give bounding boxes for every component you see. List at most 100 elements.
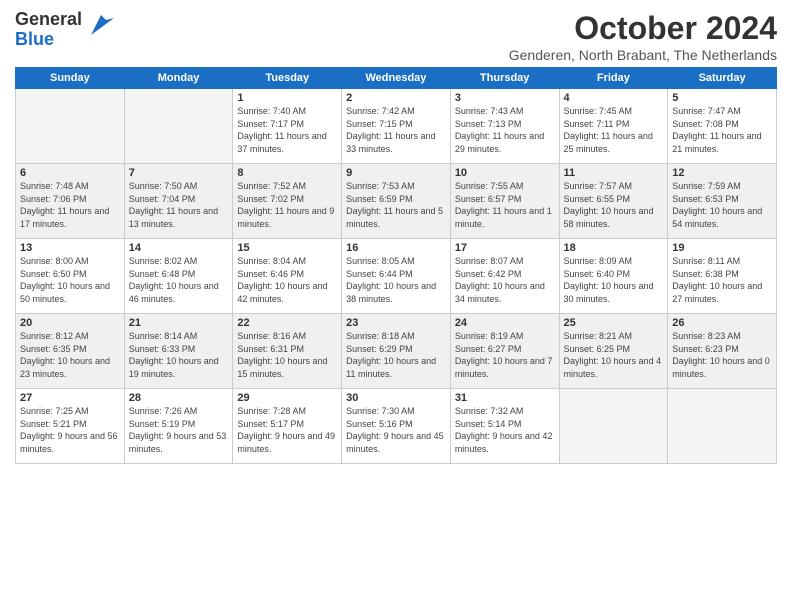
page: General Blue October 2024 Genderen, Nort… (0, 0, 792, 474)
day-number: 26 (672, 317, 772, 329)
day-info: Sunrise: 7:42 AM Sunset: 7:15 PM Dayligh… (346, 105, 446, 155)
logo-general: General (15, 9, 82, 29)
day-number: 19 (672, 242, 772, 254)
table-row: 24Sunrise: 8:19 AM Sunset: 6:27 PM Dayli… (450, 314, 559, 389)
table-row: 29Sunrise: 7:28 AM Sunset: 5:17 PM Dayli… (233, 389, 342, 464)
day-info: Sunrise: 8:19 AM Sunset: 6:27 PM Dayligh… (455, 330, 555, 380)
calendar-week-row: 20Sunrise: 8:12 AM Sunset: 6:35 PM Dayli… (16, 314, 777, 389)
table-row: 4Sunrise: 7:45 AM Sunset: 7:11 PM Daylig… (559, 89, 668, 164)
day-info: Sunrise: 8:16 AM Sunset: 6:31 PM Dayligh… (237, 330, 337, 380)
logo-icon (86, 10, 116, 40)
table-row: 16Sunrise: 8:05 AM Sunset: 6:44 PM Dayli… (342, 239, 451, 314)
header-friday: Friday (559, 68, 668, 89)
day-info: Sunrise: 7:57 AM Sunset: 6:55 PM Dayligh… (564, 180, 664, 230)
table-row: 21Sunrise: 8:14 AM Sunset: 6:33 PM Dayli… (124, 314, 233, 389)
table-row: 30Sunrise: 7:30 AM Sunset: 5:16 PM Dayli… (342, 389, 451, 464)
logo-text: General Blue (15, 10, 82, 50)
day-number: 30 (346, 392, 446, 404)
header-wednesday: Wednesday (342, 68, 451, 89)
day-number: 20 (20, 317, 120, 329)
day-number: 22 (237, 317, 337, 329)
table-row (16, 89, 125, 164)
day-info: Sunrise: 7:52 AM Sunset: 7:02 PM Dayligh… (237, 180, 337, 230)
day-info: Sunrise: 7:47 AM Sunset: 7:08 PM Dayligh… (672, 105, 772, 155)
day-info: Sunrise: 7:40 AM Sunset: 7:17 PM Dayligh… (237, 105, 337, 155)
day-number: 11 (564, 167, 664, 179)
day-info: Sunrise: 8:18 AM Sunset: 6:29 PM Dayligh… (346, 330, 446, 380)
table-row: 31Sunrise: 7:32 AM Sunset: 5:14 PM Dayli… (450, 389, 559, 464)
logo: General Blue (15, 10, 116, 50)
table-row: 7Sunrise: 7:50 AM Sunset: 7:04 PM Daylig… (124, 164, 233, 239)
header-saturday: Saturday (668, 68, 777, 89)
table-row: 2Sunrise: 7:42 AM Sunset: 7:15 PM Daylig… (342, 89, 451, 164)
day-info: Sunrise: 8:05 AM Sunset: 6:44 PM Dayligh… (346, 255, 446, 305)
header-monday: Monday (124, 68, 233, 89)
table-row: 27Sunrise: 7:25 AM Sunset: 5:21 PM Dayli… (16, 389, 125, 464)
day-info: Sunrise: 8:09 AM Sunset: 6:40 PM Dayligh… (564, 255, 664, 305)
calendar-table: Sunday Monday Tuesday Wednesday Thursday… (15, 67, 777, 464)
day-info: Sunrise: 7:25 AM Sunset: 5:21 PM Dayligh… (20, 405, 120, 455)
table-row: 13Sunrise: 8:00 AM Sunset: 6:50 PM Dayli… (16, 239, 125, 314)
logo-blue: Blue (15, 29, 54, 49)
day-number: 4 (564, 92, 664, 104)
table-row: 26Sunrise: 8:23 AM Sunset: 6:23 PM Dayli… (668, 314, 777, 389)
table-row: 8Sunrise: 7:52 AM Sunset: 7:02 PM Daylig… (233, 164, 342, 239)
title-block: October 2024 Genderen, North Brabant, Th… (509, 10, 777, 63)
day-info: Sunrise: 7:53 AM Sunset: 6:59 PM Dayligh… (346, 180, 446, 230)
table-row: 1Sunrise: 7:40 AM Sunset: 7:17 PM Daylig… (233, 89, 342, 164)
day-info: Sunrise: 7:59 AM Sunset: 6:53 PM Dayligh… (672, 180, 772, 230)
table-row: 25Sunrise: 8:21 AM Sunset: 6:25 PM Dayli… (559, 314, 668, 389)
day-number: 21 (129, 317, 229, 329)
day-number: 31 (455, 392, 555, 404)
calendar-week-row: 6Sunrise: 7:48 AM Sunset: 7:06 PM Daylig… (16, 164, 777, 239)
day-number: 7 (129, 167, 229, 179)
day-number: 5 (672, 92, 772, 104)
day-number: 12 (672, 167, 772, 179)
day-number: 29 (237, 392, 337, 404)
day-number: 18 (564, 242, 664, 254)
day-info: Sunrise: 7:50 AM Sunset: 7:04 PM Dayligh… (129, 180, 229, 230)
table-row: 17Sunrise: 8:07 AM Sunset: 6:42 PM Dayli… (450, 239, 559, 314)
day-info: Sunrise: 8:12 AM Sunset: 6:35 PM Dayligh… (20, 330, 120, 380)
day-info: Sunrise: 8:21 AM Sunset: 6:25 PM Dayligh… (564, 330, 664, 380)
table-row: 15Sunrise: 8:04 AM Sunset: 6:46 PM Dayli… (233, 239, 342, 314)
table-row: 20Sunrise: 8:12 AM Sunset: 6:35 PM Dayli… (16, 314, 125, 389)
table-row: 23Sunrise: 8:18 AM Sunset: 6:29 PM Dayli… (342, 314, 451, 389)
day-number: 6 (20, 167, 120, 179)
table-row: 12Sunrise: 7:59 AM Sunset: 6:53 PM Dayli… (668, 164, 777, 239)
table-row: 22Sunrise: 8:16 AM Sunset: 6:31 PM Dayli… (233, 314, 342, 389)
day-info: Sunrise: 8:23 AM Sunset: 6:23 PM Dayligh… (672, 330, 772, 380)
day-number: 25 (564, 317, 664, 329)
day-number: 13 (20, 242, 120, 254)
calendar-week-row: 13Sunrise: 8:00 AM Sunset: 6:50 PM Dayli… (16, 239, 777, 314)
day-number: 16 (346, 242, 446, 254)
day-number: 9 (346, 167, 446, 179)
header-sunday: Sunday (16, 68, 125, 89)
table-row: 6Sunrise: 7:48 AM Sunset: 7:06 PM Daylig… (16, 164, 125, 239)
table-row: 5Sunrise: 7:47 AM Sunset: 7:08 PM Daylig… (668, 89, 777, 164)
table-row: 11Sunrise: 7:57 AM Sunset: 6:55 PM Dayli… (559, 164, 668, 239)
table-row: 18Sunrise: 8:09 AM Sunset: 6:40 PM Dayli… (559, 239, 668, 314)
day-info: Sunrise: 8:02 AM Sunset: 6:48 PM Dayligh… (129, 255, 229, 305)
day-number: 2 (346, 92, 446, 104)
day-info: Sunrise: 7:26 AM Sunset: 5:19 PM Dayligh… (129, 405, 229, 455)
day-number: 23 (346, 317, 446, 329)
table-row (559, 389, 668, 464)
month-title: October 2024 (509, 10, 777, 47)
table-row: 14Sunrise: 8:02 AM Sunset: 6:48 PM Dayli… (124, 239, 233, 314)
day-number: 17 (455, 242, 555, 254)
day-info: Sunrise: 7:43 AM Sunset: 7:13 PM Dayligh… (455, 105, 555, 155)
day-number: 3 (455, 92, 555, 104)
subtitle: Genderen, North Brabant, The Netherlands (509, 47, 777, 63)
day-info: Sunrise: 7:45 AM Sunset: 7:11 PM Dayligh… (564, 105, 664, 155)
day-info: Sunrise: 8:00 AM Sunset: 6:50 PM Dayligh… (20, 255, 120, 305)
day-number: 27 (20, 392, 120, 404)
table-row (668, 389, 777, 464)
header-thursday: Thursday (450, 68, 559, 89)
day-info: Sunrise: 7:48 AM Sunset: 7:06 PM Dayligh… (20, 180, 120, 230)
day-number: 24 (455, 317, 555, 329)
calendar-week-row: 1Sunrise: 7:40 AM Sunset: 7:17 PM Daylig… (16, 89, 777, 164)
weekday-header-row: Sunday Monday Tuesday Wednesday Thursday… (16, 68, 777, 89)
day-info: Sunrise: 7:30 AM Sunset: 5:16 PM Dayligh… (346, 405, 446, 455)
table-row: 9Sunrise: 7:53 AM Sunset: 6:59 PM Daylig… (342, 164, 451, 239)
